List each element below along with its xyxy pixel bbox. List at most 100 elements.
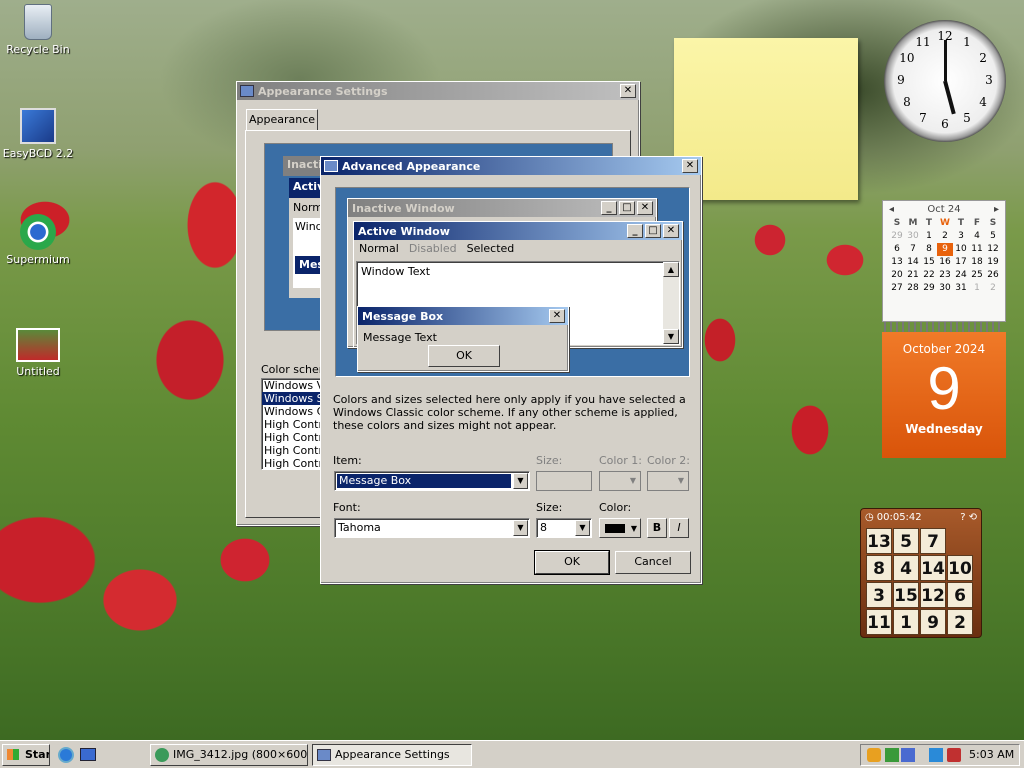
calendar-day[interactable]: 24: [953, 269, 969, 282]
calendar-day[interactable]: 26: [985, 269, 1001, 282]
calendar-day[interactable]: 22: [921, 269, 937, 282]
tray-shield-icon[interactable]: [867, 748, 881, 762]
calendar-day[interactable]: 1: [921, 230, 937, 243]
tray-volume-muted-icon[interactable]: [947, 748, 961, 762]
puzzle-tile[interactable]: 13: [866, 528, 892, 554]
calendar-day[interactable]: 7: [905, 243, 921, 256]
bold-button[interactable]: B: [647, 518, 667, 538]
calendar-gadget[interactable]: ◂ Oct 24 ▸ S M T W T F S 29 30 1 2 3 4 5 6 7 8 9 10 11 12 13 1…: [882, 200, 1006, 458]
calendar-day[interactable]: 14: [905, 256, 921, 269]
menu-disabled[interactable]: Disabled: [409, 242, 457, 256]
calendar-day[interactable]: 10: [953, 243, 969, 256]
calendar-day[interactable]: 4: [969, 230, 985, 243]
calendar-day[interactable]: 5: [985, 230, 1001, 243]
tray-check-icon[interactable]: [885, 748, 899, 762]
ok-button[interactable]: OK: [534, 550, 610, 575]
puzzle-tile[interactable]: 5: [893, 528, 919, 554]
supermium-icon[interactable]: Supermium: [0, 214, 76, 266]
color-scheme-item[interactable]: Windows Vis: [262, 379, 322, 392]
calendar-day[interactable]: 11: [969, 243, 985, 256]
calendar-day[interactable]: 6: [889, 243, 905, 256]
show-desktop-icon[interactable]: [80, 748, 96, 761]
preview-message-box[interactable]: Message Box ✕ Message Text OK: [357, 306, 569, 372]
calendar-day[interactable]: 27: [889, 282, 905, 295]
calendar-day[interactable]: 8: [921, 243, 937, 256]
tray-network-icon[interactable]: [929, 748, 943, 762]
untitled-icon[interactable]: Untitled: [0, 328, 76, 378]
calendar-day[interactable]: 23: [937, 269, 953, 282]
menu-normal[interactable]: Normal: [359, 242, 399, 256]
font-select[interactable]: Tahoma ▼: [334, 518, 530, 538]
tray-app-icon[interactable]: [901, 748, 915, 762]
chevron-down-icon[interactable]: ▼: [575, 520, 590, 536]
color-scheme-item[interactable]: High Contra: [262, 457, 322, 469]
puzzle-empty-slot[interactable]: [947, 528, 973, 554]
ie-icon[interactable]: [58, 747, 74, 763]
scroll-down-icon[interactable]: ▼: [663, 329, 679, 344]
close-icon[interactable]: ✕: [620, 84, 636, 98]
color-scheme-item[interactable]: High Contra: [262, 418, 322, 431]
puzzle-tile[interactable]: 6: [947, 582, 973, 608]
calendar-day[interactable]: 30: [937, 282, 953, 295]
puzzle-tile[interactable]: 7: [920, 528, 946, 554]
taskbar-item-image-viewer[interactable]: IMG_3412.jpg (800×600)...: [150, 744, 308, 766]
calendar-day[interactable]: 21: [905, 269, 921, 282]
help-icon[interactable]: ?: [960, 512, 965, 523]
calendar-day[interactable]: 28: [905, 282, 921, 295]
puzzle-tile[interactable]: 12: [920, 582, 946, 608]
puzzle-tile[interactable]: 11: [866, 609, 892, 635]
shuffle-icon[interactable]: ⟲: [969, 512, 977, 523]
chevron-down-icon[interactable]: ▼: [513, 520, 528, 536]
cancel-button[interactable]: Cancel: [615, 551, 691, 574]
calendar-day[interactable]: 2: [985, 282, 1001, 295]
puzzle-tile[interactable]: 2: [947, 609, 973, 635]
close-icon[interactable]: ✕: [682, 159, 698, 173]
calendar-day[interactable]: 3: [953, 230, 969, 243]
item-select[interactable]: Message Box ▼: [334, 471, 530, 491]
calendar-day[interactable]: 12: [985, 243, 1001, 256]
font-size-select[interactable]: 8 ▼: [536, 518, 592, 538]
calendar-day[interactable]: 20: [889, 269, 905, 282]
puzzle-tile[interactable]: 10: [947, 555, 973, 581]
calendar-day[interactable]: 29: [921, 282, 937, 295]
color-scheme-item[interactable]: High Contra: [262, 431, 322, 444]
puzzle-tile[interactable]: 15: [893, 582, 919, 608]
start-button[interactable]: Start: [2, 744, 50, 766]
calendar-day[interactable]: 15: [921, 256, 937, 269]
taskbar-item-appearance[interactable]: Appearance Settings: [312, 744, 472, 766]
font-color-button[interactable]: ▼: [599, 518, 641, 538]
puzzle-tile[interactable]: 9: [920, 609, 946, 635]
calendar-day[interactable]: 19: [985, 256, 1001, 269]
prev-month-icon[interactable]: ◂: [889, 204, 894, 215]
italic-button[interactable]: I: [669, 518, 689, 538]
color-scheme-item[interactable]: High Contra: [262, 444, 322, 457]
calendar-day[interactable]: 1: [969, 282, 985, 295]
color-scheme-item[interactable]: Windows St: [262, 392, 322, 405]
puzzle-tile[interactable]: 8: [866, 555, 892, 581]
calendar-day[interactable]: 30: [905, 230, 921, 243]
color-scheme-list[interactable]: Windows VisWindows StWindows ClHigh Cont…: [261, 378, 323, 470]
puzzle-tile[interactable]: 14: [920, 555, 946, 581]
calendar-day[interactable]: 25: [969, 269, 985, 282]
clock-gadget[interactable]: 12 1 2 3 4 5 6 7 8 9 10 11: [884, 20, 1006, 142]
color-scheme-item[interactable]: Windows Cl: [262, 405, 322, 418]
calendar-day[interactable]: 13: [889, 256, 905, 269]
recycle-bin-icon[interactable]: Recycle Bin: [0, 4, 76, 56]
appearance-titlebar[interactable]: Appearance Settings ✕: [237, 82, 639, 100]
calendar-day[interactable]: 17: [953, 256, 969, 269]
tray-clock[interactable]: 5:03 AM: [969, 748, 1014, 761]
preview-scrollbar[interactable]: ▲ ▼: [663, 262, 679, 344]
calendar-day[interactable]: 2: [937, 230, 953, 243]
calendar-day[interactable]: 16: [937, 256, 953, 269]
tab-appearance[interactable]: Appearance: [246, 109, 318, 131]
calendar-day[interactable]: 31: [953, 282, 969, 295]
preview-ok-button[interactable]: OK: [428, 345, 500, 367]
advanced-titlebar[interactable]: Advanced Appearance ✕: [321, 157, 701, 175]
calendar-day[interactable]: 18: [969, 256, 985, 269]
menu-selected[interactable]: Selected: [467, 242, 515, 256]
scroll-up-icon[interactable]: ▲: [663, 262, 679, 277]
puzzle-gadget[interactable]: ◷ 00:05:42 ? ⟲ 13 5 7 8 4 14 10 3 15 12 6 11 1 9 2: [860, 508, 982, 638]
calendar-day[interactable]: 29: [889, 230, 905, 243]
chevron-down-icon[interactable]: ▼: [513, 473, 528, 489]
next-month-icon[interactable]: ▸: [994, 204, 999, 215]
